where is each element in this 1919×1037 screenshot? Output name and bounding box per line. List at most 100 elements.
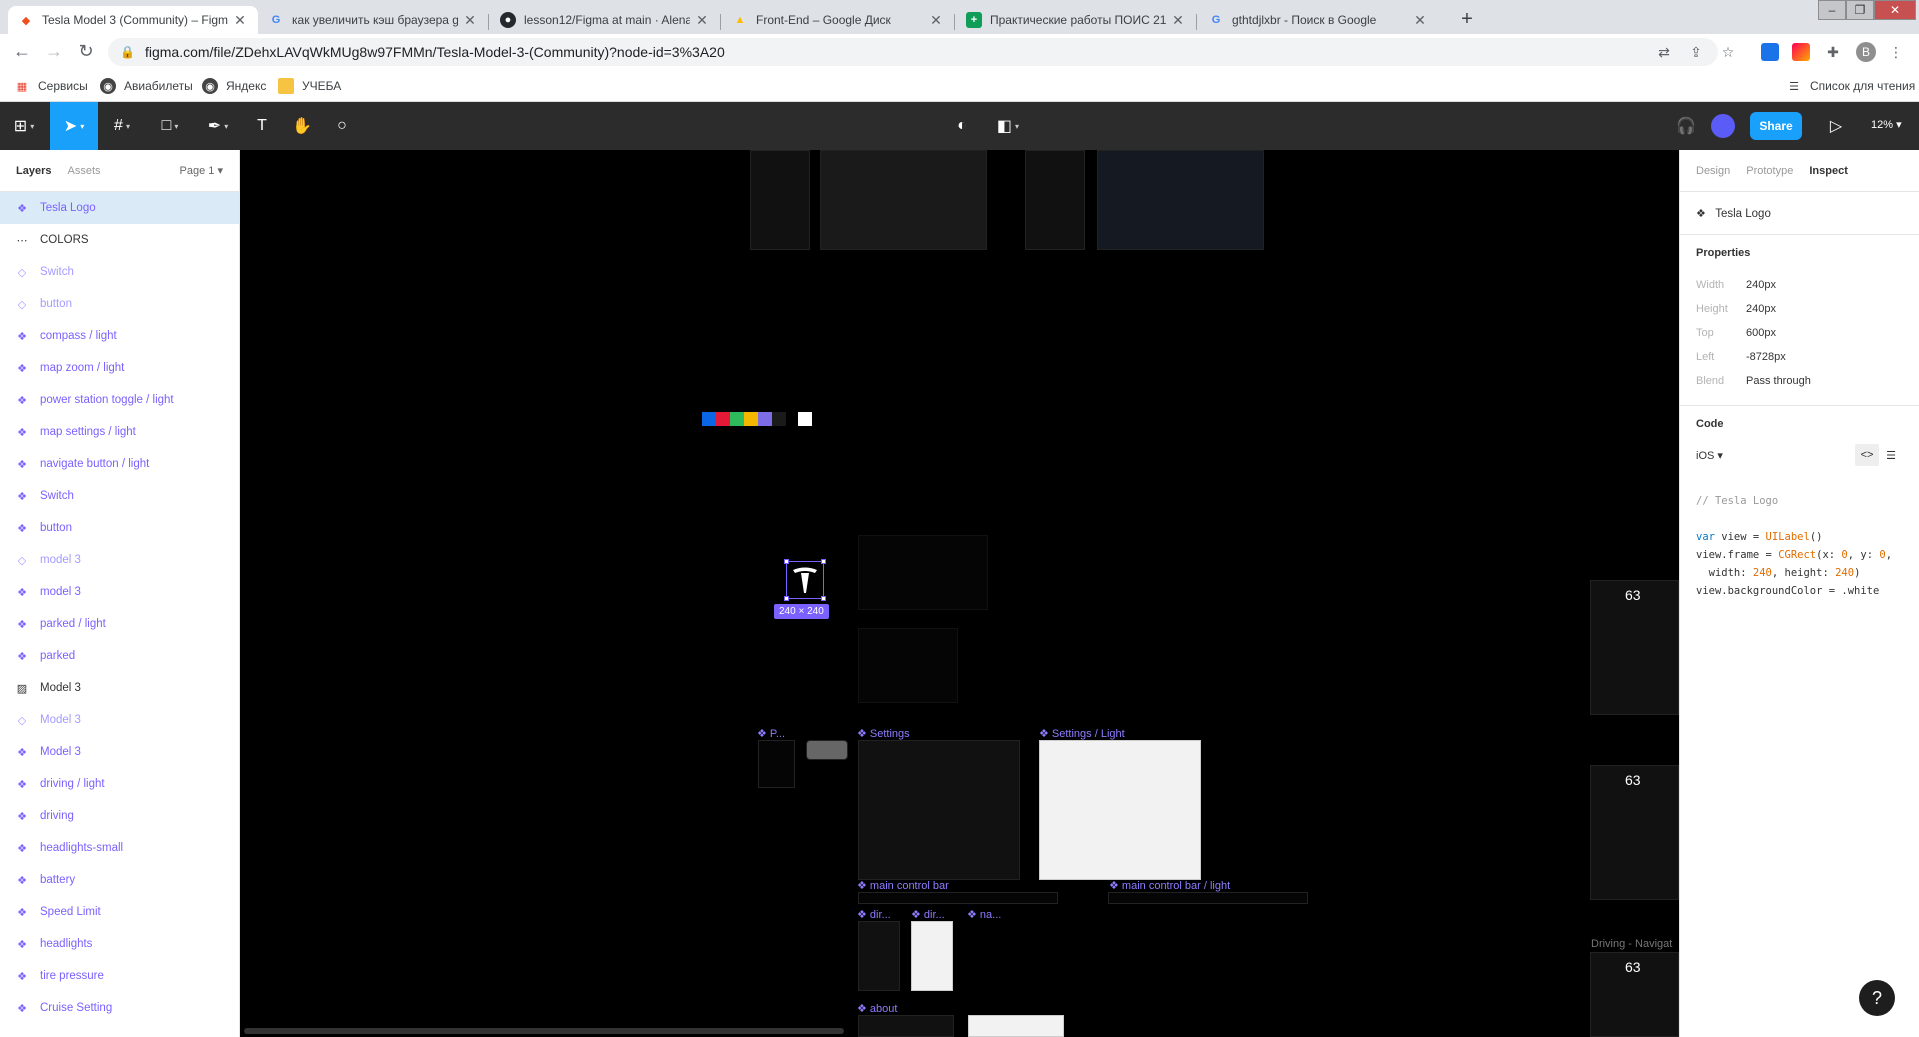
page-selector[interactable]: Page 1 ▾ xyxy=(180,164,223,177)
color-swatch[interactable] xyxy=(716,412,730,426)
bookmark-services[interactable]: ▦ Сервисы xyxy=(14,76,88,96)
layer-row[interactable]: ❖ compass / light xyxy=(0,320,239,352)
canvas-frame-media[interactable] xyxy=(820,150,987,250)
layer-row[interactable]: ❖ battery xyxy=(0,864,239,896)
close-icon[interactable]: ✕ xyxy=(1170,12,1186,29)
comment-tool[interactable]: ○ xyxy=(326,102,358,150)
color-swatch[interactable] xyxy=(702,412,716,426)
frame-label[interactable]: ❖ about xyxy=(857,1002,897,1015)
design-canvas[interactable]: 240 × 240 ❖ P... ❖ Settings ❖ Settings /… xyxy=(240,150,1679,1037)
move-tool[interactable]: ➤ ▾ xyxy=(50,102,98,150)
canvas-frame-map[interactable] xyxy=(1097,150,1264,250)
reading-list[interactable]: ☰ Список для чтения xyxy=(1786,76,1915,96)
share-button[interactable]: Share xyxy=(1750,112,1802,140)
layer-row[interactable]: ❖ tire pressure xyxy=(0,960,239,992)
frame-label[interactable]: ❖ main control bar / light xyxy=(1109,879,1230,892)
translate-icon[interactable]: ⇄ xyxy=(1654,42,1674,62)
layer-row[interactable]: ◇ button xyxy=(0,288,239,320)
frame-label[interactable]: ❖ na... xyxy=(967,908,1001,921)
component-tools[interactable]: ◧ ▾ xyxy=(988,102,1028,150)
tab-github[interactable]: ● lesson12/Figma at main · Alena-Sam ✕ xyxy=(490,6,720,34)
property-value[interactable]: Pass through xyxy=(1746,375,1811,387)
color-swatch[interactable] xyxy=(744,412,758,426)
close-icon[interactable]: ✕ xyxy=(462,12,478,29)
tab-design[interactable]: Design xyxy=(1696,165,1730,177)
bookmark-folder-study[interactable]: УЧЕБА xyxy=(278,76,341,96)
layer-row[interactable]: ❖ headlights-small xyxy=(0,832,239,864)
user-avatar[interactable] xyxy=(1711,114,1735,138)
window-close-button[interactable]: ✕ xyxy=(1874,0,1916,20)
frame-label[interactable]: ❖ main control bar xyxy=(857,879,949,892)
layer-row[interactable]: ❖ map zoom / light xyxy=(0,352,239,384)
layer-row[interactable]: ❖ parked xyxy=(0,640,239,672)
canvas-frame[interactable] xyxy=(1025,150,1085,250)
frame-label[interactable]: ❖ Settings xyxy=(857,727,910,740)
layer-row[interactable]: ◇ model 3 xyxy=(0,544,239,576)
layer-row[interactable]: ❖ headlights xyxy=(0,928,239,960)
reload-icon[interactable]: ↻ xyxy=(74,40,98,64)
layer-row[interactable]: ❖ model 3 xyxy=(0,576,239,608)
resize-handle[interactable] xyxy=(821,596,826,601)
resize-handle[interactable] xyxy=(784,559,789,564)
icon-sheet[interactable] xyxy=(858,535,988,610)
text-tool[interactable]: T xyxy=(246,102,278,150)
layer-row[interactable]: ❖ Speed Limit xyxy=(0,896,239,928)
audio-chat-button[interactable]: 🎧 xyxy=(1670,102,1702,150)
list-view-icon[interactable]: ☰ xyxy=(1879,449,1903,462)
new-tab-button[interactable]: + xyxy=(1454,7,1480,33)
horizontal-scrollbar[interactable] xyxy=(244,1028,844,1034)
address-bar[interactable]: 🔒 figma.com/file/ZDehxLAVqWkMUg8w97FMMn/… xyxy=(108,38,1718,66)
tab-inspect[interactable]: Inspect xyxy=(1809,165,1848,177)
frame-label[interactable]: ❖ dir... xyxy=(857,908,891,921)
bookmark-flights[interactable]: ◉ Авиабилеты xyxy=(100,76,193,96)
layer-row[interactable]: ◇ Model 3 xyxy=(0,704,239,736)
about-light-frame[interactable] xyxy=(968,1015,1064,1037)
share-page-icon[interactable]: ⇪ xyxy=(1686,42,1706,62)
property-value[interactable]: -8728px xyxy=(1746,351,1786,363)
help-button[interactable]: ? xyxy=(1859,980,1895,1016)
layer-row[interactable]: ❖ Cruise Setting xyxy=(0,992,239,1024)
layer-row[interactable]: ❖ navigate button / light xyxy=(0,448,239,480)
layer-row[interactable]: ◇ Switch xyxy=(0,256,239,288)
tab-google-search[interactable]: G gthtdjlxbr - Поиск в Google ✕ xyxy=(1198,6,1438,34)
layer-row[interactable]: ▨ Model 3 xyxy=(0,672,239,704)
canvas-frame[interactable] xyxy=(750,150,810,250)
layer-row[interactable]: ❖ button xyxy=(0,512,239,544)
settings-frame[interactable] xyxy=(858,740,1020,880)
contrast-toggle[interactable]: ◐ xyxy=(946,102,978,150)
switch-buttons-sheet[interactable] xyxy=(858,628,958,703)
tab-assets[interactable]: Assets xyxy=(67,165,100,177)
extension-icon[interactable] xyxy=(1792,43,1810,61)
layer-row[interactable]: ❖ parked / light xyxy=(0,608,239,640)
resize-handle[interactable] xyxy=(821,559,826,564)
tab-layers[interactable]: Layers xyxy=(16,165,51,177)
layer-row[interactable]: ❖ driving xyxy=(0,800,239,832)
settings-light-frame[interactable] xyxy=(1039,740,1201,880)
property-value[interactable]: 240px xyxy=(1746,303,1776,315)
minimize-button[interactable]: – xyxy=(1818,0,1846,20)
frame-label[interactable]: ❖ dir... xyxy=(911,908,945,921)
frame-tool[interactable]: # ▾ xyxy=(100,102,144,150)
platform-dropdown[interactable]: iOS ▾ xyxy=(1696,449,1723,462)
close-icon[interactable]: ✕ xyxy=(232,12,248,29)
layer-row[interactable]: ❖ Tesla Logo xyxy=(0,192,239,224)
tab-figma[interactable]: ◆ Tesla Model 3 (Community) – Figma ✕ xyxy=(8,6,258,34)
directions-frame[interactable] xyxy=(858,921,900,991)
layer-row[interactable]: ❖ map settings / light xyxy=(0,416,239,448)
layer-row[interactable]: ❖ Model 3 xyxy=(0,736,239,768)
canvas-frame[interactable] xyxy=(758,740,795,788)
chrome-menu-icon[interactable]: ⋮ xyxy=(1886,42,1906,62)
present-button[interactable]: ▷ xyxy=(1820,102,1852,150)
main-control-bar-light-frame[interactable] xyxy=(1108,892,1308,904)
close-icon[interactable]: ✕ xyxy=(694,12,710,29)
shape-tool[interactable]: □ ▾ xyxy=(148,102,192,150)
driving-frame[interactable]: 63 xyxy=(1590,580,1679,715)
property-value[interactable]: 240px xyxy=(1746,279,1776,291)
frame-label[interactable]: ❖ P... xyxy=(757,727,785,740)
extensions-puzzle-icon[interactable]: ✚ xyxy=(1823,42,1843,62)
bookmark-star-icon[interactable]: ☆ xyxy=(1718,42,1738,62)
layer-row[interactable]: ❖ power station toggle / light xyxy=(0,384,239,416)
close-icon[interactable]: ✕ xyxy=(928,12,944,29)
frame-label[interactable]: ❖ Settings / Light xyxy=(1039,727,1125,740)
property-value[interactable]: 600px xyxy=(1746,327,1776,339)
